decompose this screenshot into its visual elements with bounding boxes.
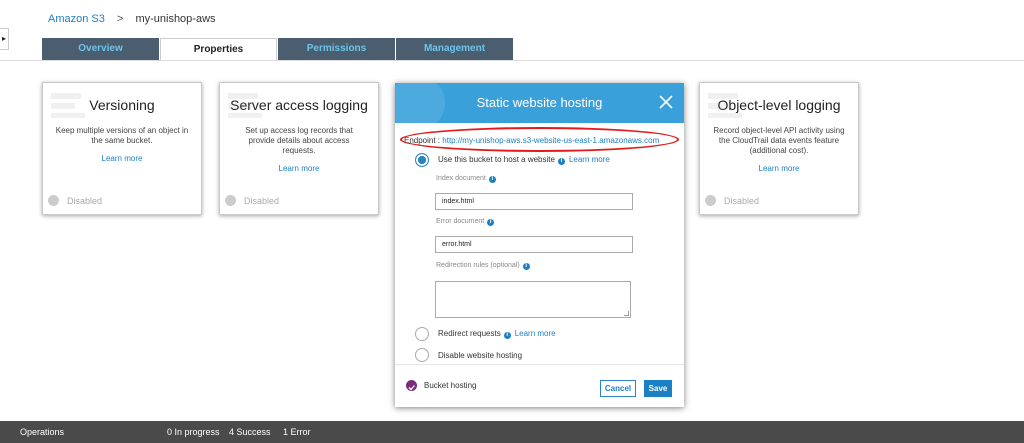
annotation-highlight-oval (400, 127, 679, 152)
operations-status-bar[interactable]: Operations 0 In progress 4 Success 1 Err… (0, 421, 1024, 443)
info-icon[interactable]: i (487, 219, 495, 226)
breadcrumb-separator: > (116, 13, 124, 25)
breadcrumb: Amazon S3 > my-unishop-aws (48, 13, 216, 25)
use-bucket-radio[interactable] (415, 153, 429, 167)
info-icon[interactable]: i (522, 263, 530, 270)
dialog-header: Static website hosting (395, 83, 684, 123)
cancel-button[interactable]: Cancel (600, 380, 636, 397)
learn-more-link[interactable]: Learn more (700, 164, 858, 173)
card-description: Keep multiple versions of an object in t… (55, 126, 189, 145)
status-text: Disabled (244, 195, 280, 206)
resize-grip-icon[interactable] (624, 311, 629, 316)
learn-more-link[interactable]: Learn more (569, 155, 610, 164)
tab-properties[interactable]: Properties (160, 38, 277, 61)
status-dot-icon (48, 195, 59, 206)
learn-more-link[interactable]: Learn more (220, 164, 378, 173)
breadcrumb-root-link[interactable]: Amazon S3 (48, 13, 105, 25)
check-icon (406, 380, 417, 391)
error-document-label: Error document i (436, 218, 495, 226)
error-count[interactable]: 1 Error (283, 427, 311, 437)
static-website-hosting-dialog: Static website hosting Endpoint : http:/… (395, 83, 684, 407)
index-document-label: Index document i (436, 175, 496, 183)
status-dot-icon (225, 195, 236, 206)
info-icon[interactable]: i (503, 332, 511, 339)
card-description: Set up access log records that provide d… (245, 126, 353, 155)
status-indicator: Disabled (225, 195, 279, 206)
redirection-rules-textarea[interactable] (435, 281, 631, 318)
redirection-rules-label: Redirection rules (optional) i (436, 262, 530, 270)
in-progress-count[interactable]: 0 In progress (167, 427, 220, 437)
object-level-logging-card[interactable]: Object-level logging Record object-level… (699, 82, 859, 215)
server-access-logging-card[interactable]: Server access logging Set up access log … (219, 82, 379, 215)
learn-more-link[interactable]: Learn more (43, 154, 201, 163)
tab-bar: Overview Properties Permissions Manageme… (42, 38, 514, 61)
use-bucket-label: Use this bucket to host a website (438, 155, 555, 164)
bucket-hosting-status: Bucket hosting (424, 381, 477, 390)
object-logging-bg-icon (708, 93, 742, 118)
versioning-card[interactable]: Versioning Keep multiple versions of an … (42, 82, 202, 215)
operations-label: Operations (20, 427, 65, 437)
disable-hosting-radio[interactable] (415, 348, 429, 362)
tab-divider (0, 60, 1024, 61)
error-document-input[interactable]: error.html (435, 236, 633, 253)
status-indicator: Disabled (705, 195, 759, 206)
tab-overview[interactable]: Overview (42, 38, 159, 60)
status-text: Disabled (724, 195, 760, 206)
info-icon[interactable]: i (557, 158, 565, 165)
info-icon[interactable]: i (488, 176, 496, 183)
redirect-requests-label: Redirect requests (438, 329, 501, 338)
status-dot-icon (705, 195, 716, 206)
index-document-input[interactable]: index.html (435, 193, 633, 210)
dialog-footer-divider (395, 364, 684, 365)
redirect-requests-radio[interactable] (415, 327, 429, 341)
success-count[interactable]: 4 Success (229, 427, 271, 437)
redirect-requests-option: Redirect requests i Learn more (438, 329, 556, 339)
disable-hosting-label: Disable website hosting (438, 351, 523, 360)
tab-permissions[interactable]: Permissions (278, 38, 395, 60)
sidebar-toggle-button[interactable]: ▸ (0, 28, 9, 50)
card-description: Record object-level API activity using t… (713, 126, 845, 155)
use-bucket-option: Use this bucket to host a website i Learn … (438, 155, 610, 165)
logging-bg-icon (228, 93, 262, 118)
dialog-title: Static website hosting (476, 95, 603, 110)
tab-management[interactable]: Management (396, 38, 513, 60)
close-icon[interactable] (659, 95, 673, 109)
status-indicator: Disabled (48, 195, 102, 206)
save-button[interactable]: Save (644, 380, 672, 397)
status-text: Disabled (67, 195, 103, 206)
breadcrumb-current: my-unishop-aws (135, 13, 216, 25)
versioning-bg-icon (51, 93, 85, 118)
learn-more-link[interactable]: Learn more (515, 329, 556, 338)
